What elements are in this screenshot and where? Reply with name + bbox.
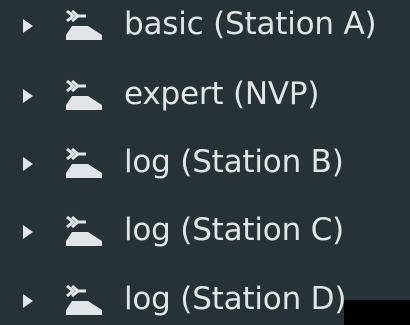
tree-item-label: log (Station D) [124,281,347,317]
caret-right-icon[interactable] [22,88,34,104]
import-station-icon [64,6,104,42]
caret-right-icon[interactable] [22,293,34,309]
caret-right-icon[interactable] [22,156,34,172]
station-tree: basic (Station A) expert (NVP) log (Stat… [0,0,410,325]
caret-right-icon[interactable] [22,224,34,240]
import-station-icon [64,212,104,248]
import-station-icon [64,76,104,112]
tree-item-log-station-b[interactable]: log (Station B) [0,138,410,188]
caret-right-icon[interactable] [22,18,34,34]
import-station-icon [64,281,104,317]
tree-item-label: log (Station B) [124,144,344,180]
tree-item-log-station-c[interactable]: log (Station C) [0,206,410,256]
tree-item-label: basic (Station A) [124,6,377,42]
import-station-icon [64,144,104,180]
tree-item-label: log (Station C) [124,212,345,248]
tree-item-label: expert (NVP) [124,76,320,112]
overlay-block [344,300,410,325]
tree-item-basic-station-a[interactable]: basic (Station A) [0,0,410,50]
tree-item-expert-nvp[interactable]: expert (NVP) [0,70,410,120]
